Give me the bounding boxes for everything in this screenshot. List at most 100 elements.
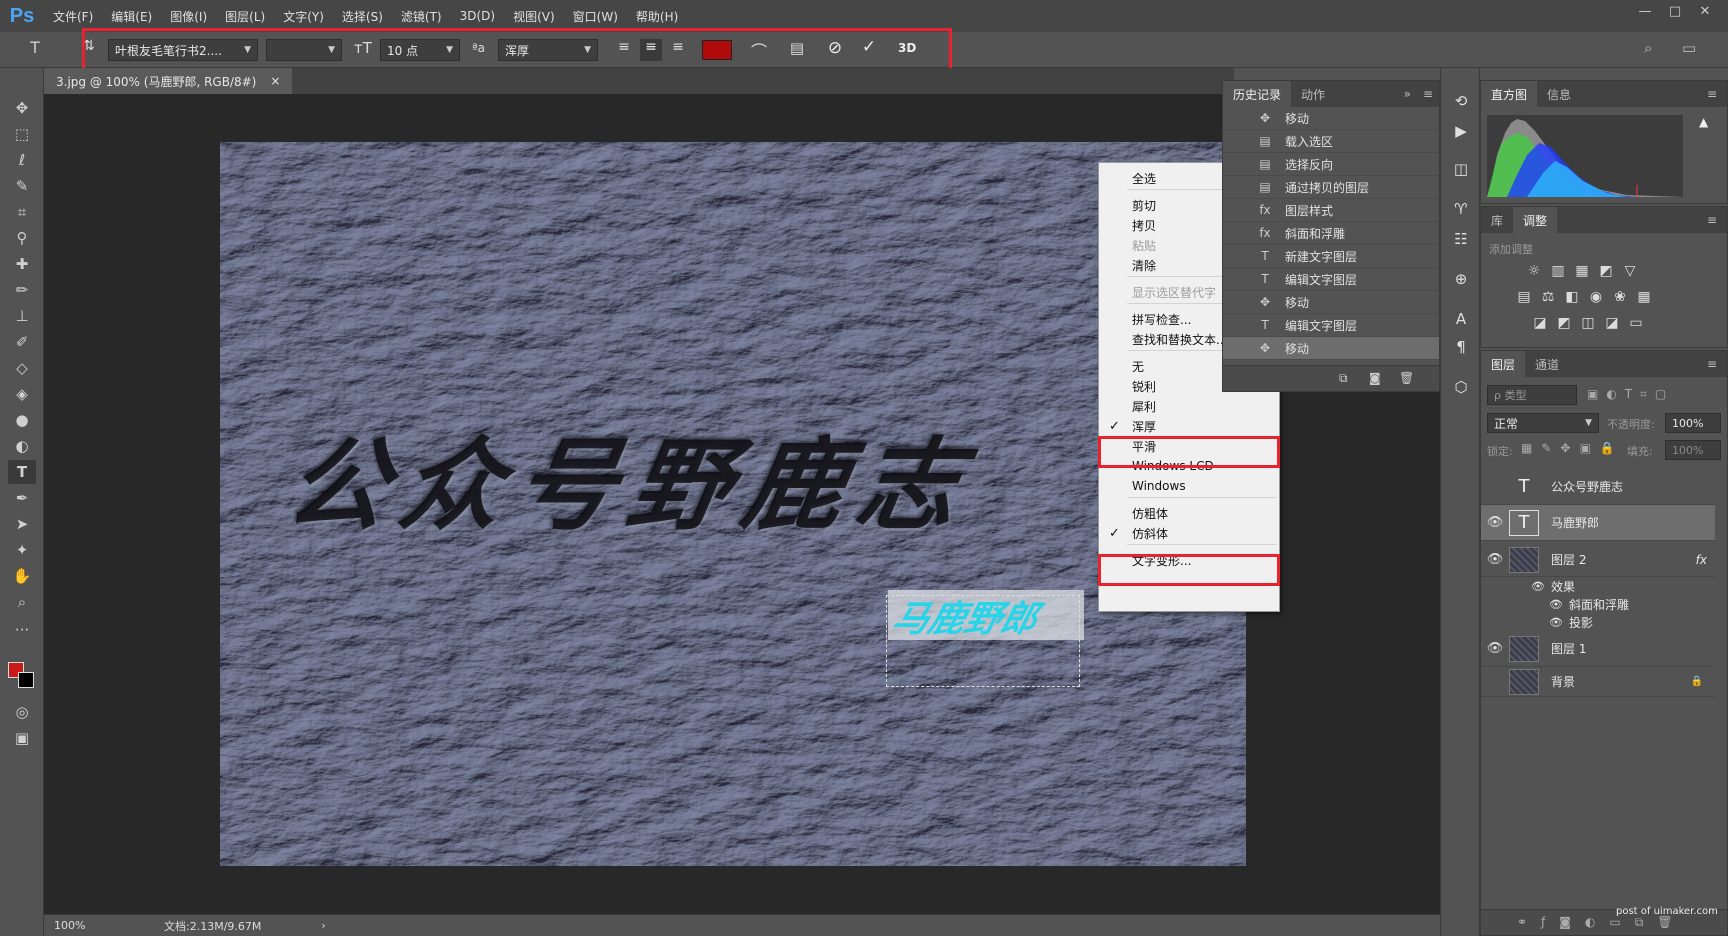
text-color-swatch[interactable] bbox=[702, 40, 732, 60]
menu-layer[interactable]: 图层(L) bbox=[216, 0, 274, 32]
menu-help[interactable]: 帮助(H) bbox=[627, 0, 687, 32]
curves-icon[interactable]: ▦ bbox=[1573, 263, 1591, 279]
black-white-icon[interactable]: ◧ bbox=[1563, 289, 1581, 305]
layer-visibility-icon[interactable]: 👁 bbox=[1481, 515, 1509, 530]
align-left-icon[interactable]: ≡ bbox=[614, 39, 634, 61]
menu-image[interactable]: 图像(I) bbox=[161, 0, 216, 32]
layer-kind-filter[interactable]: ρ 类型 bbox=[1487, 385, 1577, 405]
effect-visibility-icon[interactable]: 👁 bbox=[1549, 616, 1563, 629]
color-lookup-icon[interactable]: ▦ bbox=[1635, 289, 1653, 305]
menu-file[interactable]: 文件(F) bbox=[44, 0, 102, 32]
color-balance-icon[interactable]: ⚖ bbox=[1539, 289, 1557, 305]
document-tab[interactable]: 3.jpg @ 100% (马鹿野郎, RGB/8#) × bbox=[44, 68, 293, 94]
history-item[interactable]: ✥ 移动 bbox=[1223, 291, 1439, 314]
layer-row[interactable]: 👁 投影 bbox=[1481, 613, 1715, 631]
text-bounding-box[interactable] bbox=[886, 595, 1080, 687]
tab-channels[interactable]: 通道 bbox=[1525, 351, 1569, 377]
text-orientation-icon[interactable]: ⇅ bbox=[78, 38, 100, 60]
blur-tool-icon[interactable]: ● bbox=[8, 408, 36, 432]
context-menu-item[interactable]: 仿粗体 bbox=[1099, 502, 1279, 524]
history-item[interactable]: ▤ 选择反向 bbox=[1223, 153, 1439, 176]
context-menu-item[interactable]: Windows LCD bbox=[1099, 455, 1279, 477]
lock-icons[interactable]: ▦✎✥▣🔒 bbox=[1521, 441, 1624, 455]
3d-button[interactable]: 3D bbox=[898, 41, 916, 55]
anti-alias-select[interactable]: 浑厚 ▼ bbox=[498, 39, 598, 61]
more-tools-icon[interactable]: ··· bbox=[8, 618, 36, 642]
screen-mode-icon[interactable]: ▣ bbox=[8, 726, 36, 750]
crop-tool-icon[interactable]: ⌗ bbox=[8, 200, 36, 224]
search-icon[interactable]: ⌕ bbox=[1644, 39, 1652, 57]
gradient-map-icon[interactable]: ▭ bbox=[1627, 315, 1645, 331]
cancel-edit-icon[interactable]: ⊘ bbox=[824, 38, 846, 60]
paint-bucket-tool-icon[interactable]: ◈ bbox=[8, 382, 36, 406]
layer-row[interactable]: 👁 斜面和浮雕 bbox=[1481, 595, 1715, 613]
history-item[interactable]: T 编辑文字图层 bbox=[1223, 314, 1439, 337]
tab-layers[interactable]: 图层 bbox=[1481, 351, 1526, 377]
levels-icon[interactable]: ▥ bbox=[1549, 263, 1567, 279]
trash-icon[interactable]: 🗑 bbox=[1399, 371, 1414, 385]
layer-row[interactable]: 👁 图层 2 fx bbox=[1481, 543, 1715, 577]
opacity-field[interactable]: 100% bbox=[1665, 413, 1721, 433]
vibrance-icon[interactable]: ▽ bbox=[1621, 263, 1639, 279]
marquee-tool-icon[interactable]: ⬚ bbox=[8, 122, 36, 146]
brightness-icon[interactable]: ☼ bbox=[1525, 263, 1543, 279]
paragraph-panel-icon[interactable]: ¶ bbox=[1447, 334, 1475, 360]
panel-menu-icon[interactable]: ≡ bbox=[1697, 351, 1727, 377]
tab-info[interactable]: 信息 bbox=[1537, 81, 1581, 107]
close-window-button[interactable]: ✕ bbox=[1690, 0, 1720, 22]
camera-icon[interactable]: ◙ bbox=[1369, 371, 1381, 385]
3d-panel-icon[interactable]: ⬡ bbox=[1447, 374, 1475, 400]
panel-menu-icon[interactable]: ≡ bbox=[1697, 207, 1727, 233]
background-color-swatch[interactable] bbox=[18, 672, 34, 688]
effect-visibility-icon[interactable]: 👁 bbox=[1531, 580, 1545, 593]
font-family-select[interactable]: 叶根友毛笔行书2.... ▼ bbox=[108, 39, 258, 61]
clone-source-icon[interactable]: ⊕ bbox=[1447, 266, 1475, 292]
move-tool-icon[interactable]: ✥ bbox=[8, 96, 36, 120]
align-right-icon[interactable]: ≡ bbox=[668, 39, 688, 61]
invert-icon[interactable]: ◪ bbox=[1531, 315, 1549, 331]
tab-history[interactable]: 历史记录 bbox=[1223, 81, 1292, 107]
panel-collapse-icon[interactable]: » bbox=[1398, 81, 1417, 107]
tab-libraries[interactable]: 库 bbox=[1481, 207, 1513, 233]
layer-visibility-icon[interactable]: 👁 bbox=[1481, 552, 1509, 567]
pen-tool-icon[interactable]: ✒ bbox=[8, 486, 36, 510]
menu-select[interactable]: 选择(S) bbox=[333, 0, 392, 32]
exposure-icon[interactable]: ◩ bbox=[1597, 263, 1615, 279]
tab-adjustments[interactable]: 调整 bbox=[1513, 207, 1558, 233]
document-image[interactable]: 公众号野鹿志 马鹿野郎 bbox=[220, 142, 1246, 866]
layer-row[interactable]: 背景 🔒 bbox=[1481, 667, 1715, 697]
actions-panel-icon[interactable]: ▶ bbox=[1447, 118, 1475, 144]
threshold-icon[interactable]: ◫ bbox=[1579, 315, 1597, 331]
panel-menu-icon[interactable]: ≡ bbox=[1417, 81, 1439, 107]
hue-saturation-icon[interactable]: ▤ bbox=[1515, 289, 1533, 305]
shape-tool-icon[interactable]: ✦ bbox=[8, 538, 36, 562]
layer-visibility-icon[interactable]: 👁 bbox=[1481, 641, 1509, 656]
minimize-button[interactable]: — bbox=[1630, 0, 1660, 22]
fx-icon[interactable]: fx bbox=[1696, 553, 1707, 567]
eraser-tool-icon[interactable]: ◇ bbox=[8, 356, 36, 380]
context-menu-item[interactable]: 平滑 bbox=[1099, 435, 1279, 457]
warning-icon[interactable]: ▲ bbox=[1699, 115, 1708, 129]
new-document-from-state-icon[interactable]: ⧉ bbox=[1339, 371, 1348, 386]
posterize-icon[interactable]: ◩ bbox=[1555, 315, 1573, 331]
channel-mixer-icon[interactable]: ❀ bbox=[1611, 289, 1629, 305]
type-tool-icon[interactable]: T bbox=[8, 460, 36, 484]
context-menu-item[interactable]: 文字变形... bbox=[1099, 549, 1279, 571]
history-item[interactable]: ✥ 移动 bbox=[1223, 107, 1439, 130]
dodge-tool-icon[interactable]: ◐ bbox=[8, 434, 36, 458]
layer-row[interactable]: 👁 图层 1 bbox=[1481, 631, 1715, 667]
healing-brush-tool-icon[interactable]: ✚ bbox=[8, 252, 36, 276]
menu-edit[interactable]: 编辑(E) bbox=[102, 0, 161, 32]
character-panel-icon[interactable]: ▤ bbox=[786, 39, 808, 61]
zoom-level[interactable]: 100% bbox=[54, 919, 134, 932]
history-item[interactable]: ▤ 载入选区 bbox=[1223, 130, 1439, 153]
path-select-tool-icon[interactable]: ➤ bbox=[8, 512, 36, 536]
photo-filter-icon[interactable]: ◉ bbox=[1587, 289, 1605, 305]
layer-row[interactable]: 👁 T 马鹿野郎 bbox=[1481, 505, 1715, 541]
lasso-tool-icon[interactable]: ℓ bbox=[8, 148, 36, 172]
history-item[interactable]: fx 图层样式 bbox=[1223, 199, 1439, 222]
context-menu-item[interactable]: ✓ 浑厚 bbox=[1099, 415, 1279, 437]
effect-visibility-icon[interactable]: 👁 bbox=[1549, 598, 1563, 611]
layer-row[interactable]: 👁 效果 bbox=[1481, 577, 1715, 595]
tab-actions[interactable]: 动作 bbox=[1291, 81, 1335, 107]
